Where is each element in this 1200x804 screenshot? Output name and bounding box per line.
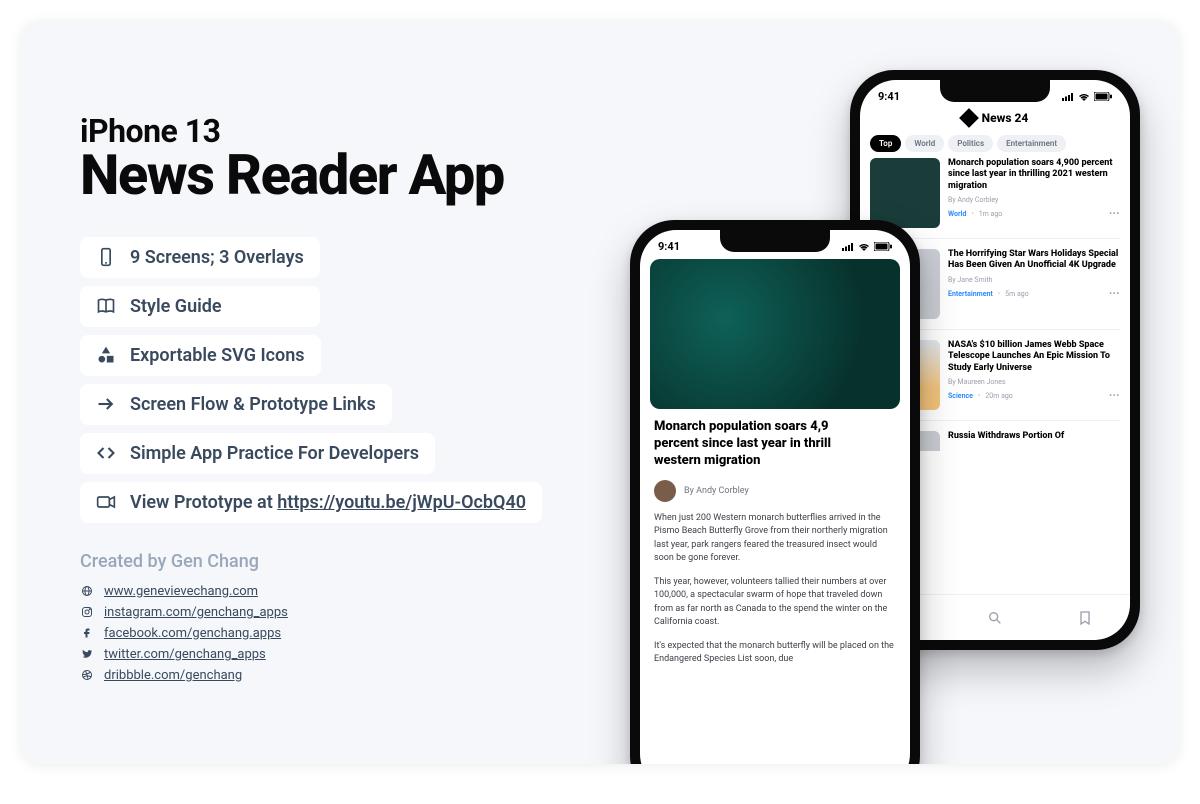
social-row: dribbble.com/genchang bbox=[80, 668, 680, 683]
brand-name: News 24 bbox=[982, 111, 1029, 125]
globe-icon bbox=[80, 584, 94, 598]
card-category: Science bbox=[948, 392, 973, 400]
article-paragraph: This year, however, volunteers tallied t… bbox=[654, 576, 896, 630]
news-card[interactable]: Monarch population soars 4,900 percent s… bbox=[870, 158, 1120, 239]
phone-notch bbox=[940, 80, 1050, 102]
social-row: twitter.com/genchang_apps bbox=[80, 647, 680, 662]
feature-row: View Prototype at https://youtu.be/jWpU-… bbox=[80, 482, 542, 523]
status-time: 9:41 bbox=[878, 90, 900, 103]
article-hero-image bbox=[650, 259, 900, 409]
phone-mockups: 9:41 News 24 TopWorldPoliticsEntertainme… bbox=[630, 70, 1170, 750]
category-chip[interactable]: Top bbox=[870, 135, 901, 152]
card-meta: Entertainment•5m ago••• bbox=[948, 290, 1120, 298]
status-time: 9:41 bbox=[658, 240, 680, 253]
instagram-icon bbox=[80, 605, 94, 619]
card-thumbnail bbox=[870, 158, 940, 228]
battery-icon bbox=[874, 242, 892, 251]
arrow-icon bbox=[96, 394, 116, 414]
cellular-icon bbox=[842, 243, 854, 251]
card-more-icon[interactable]: ••• bbox=[1109, 392, 1120, 400]
card-more-icon[interactable]: ••• bbox=[1109, 210, 1120, 218]
card-time: 5m ago bbox=[1005, 290, 1029, 298]
card-more-icon[interactable]: ••• bbox=[1109, 290, 1120, 298]
card-title: NASA's $10 billion James Webb Space Tele… bbox=[948, 340, 1120, 374]
social-link[interactable]: twitter.com/genchang_apps bbox=[104, 647, 266, 662]
phone-article: 9:41 Monarch population soars 4,9percent… bbox=[630, 220, 920, 764]
feature-list: 9 Screens; 3 Overlays Style Guide Exportab… bbox=[80, 237, 680, 523]
feature-row: Style Guide bbox=[80, 286, 320, 327]
article-author-row: By Andy Corbley bbox=[640, 470, 910, 512]
wifi-icon bbox=[1078, 93, 1090, 101]
card-title: Monarch population soars 4,900 percent s… bbox=[948, 158, 1120, 192]
category-chip[interactable]: Entertainment bbox=[997, 135, 1066, 152]
shapes-icon bbox=[96, 345, 116, 365]
card-body: The Horrifying Star Wars Holidays Specia… bbox=[948, 249, 1120, 319]
social-links: www.genevievechang.com instagram.com/genc… bbox=[80, 584, 680, 683]
feature-row: Exportable SVG Icons bbox=[80, 335, 321, 376]
promo-card: iPhone 13 News Reader App 9 Screens; 3 O… bbox=[20, 20, 1180, 764]
search-tab-icon[interactable] bbox=[987, 610, 1003, 626]
category-chips: TopWorldPoliticsEntertainment bbox=[860, 125, 1130, 158]
social-row: facebook.com/genchang.apps bbox=[80, 626, 680, 641]
code-icon bbox=[96, 443, 116, 463]
category-chip[interactable]: Politics bbox=[948, 135, 993, 152]
article-paragraph: It's expected that the monarch butterfly… bbox=[654, 640, 896, 667]
app-brand: News 24 bbox=[860, 111, 1130, 125]
article-body: When just 200 Western monarch butterflie… bbox=[640, 512, 910, 667]
card-category: Entertainment bbox=[948, 290, 993, 298]
category-chip[interactable]: World bbox=[905, 135, 944, 152]
card-meta: World•1m ago••• bbox=[948, 210, 1120, 218]
card-body: Monarch population soars 4,900 percent s… bbox=[948, 158, 1120, 228]
left-column: iPhone 13 News Reader App 9 Screens; 3 O… bbox=[80, 112, 680, 683]
feature-label: Exportable SVG Icons bbox=[130, 345, 305, 366]
social-link[interactable]: dribbble.com/genchang bbox=[104, 668, 242, 683]
phone-notch bbox=[720, 230, 830, 252]
cellular-icon bbox=[1062, 93, 1074, 101]
video-icon bbox=[96, 492, 116, 512]
wifi-icon bbox=[858, 243, 870, 251]
status-icons bbox=[1062, 90, 1112, 103]
card-title: Russia Withdraws Portion Of bbox=[948, 431, 1120, 442]
feature-label: 9 Screens; 3 Overlays bbox=[130, 247, 304, 268]
facebook-icon bbox=[80, 626, 94, 640]
prototype-link[interactable]: https://youtu.be/jWpU-OcbQ40 bbox=[277, 492, 526, 513]
twitter-icon bbox=[80, 647, 94, 661]
feature-row: 9 Screens; 3 Overlays bbox=[80, 237, 320, 278]
feature-row: Screen Flow & Prototype Links bbox=[80, 384, 392, 425]
phone-icon bbox=[96, 247, 116, 267]
card-category: World bbox=[948, 210, 966, 218]
social-row: instagram.com/genchang_apps bbox=[80, 605, 680, 620]
card-time: 1m ago bbox=[979, 210, 1003, 218]
article-title: Monarch population soars 4,9percent sinc… bbox=[640, 409, 910, 470]
bookmark-tab-icon[interactable] bbox=[1077, 610, 1093, 626]
article-paragraph: When just 200 Western monarch butterflie… bbox=[654, 512, 896, 566]
feature-label: Screen Flow & Prototype Links bbox=[130, 394, 376, 415]
book-icon bbox=[96, 296, 116, 316]
card-byline: By Maureen Jones bbox=[948, 378, 1120, 386]
author-avatar bbox=[654, 480, 676, 502]
feature-label[interactable]: View Prototype at https://youtu.be/jWpU-… bbox=[130, 492, 526, 513]
card-byline: By Andy Corbley bbox=[948, 196, 1120, 204]
social-link[interactable]: facebook.com/genchang.apps bbox=[104, 626, 281, 641]
social-link[interactable]: instagram.com/genchang_apps bbox=[104, 605, 288, 620]
dribbble-icon bbox=[80, 668, 94, 682]
feature-label: Simple App Practice For Developers bbox=[130, 443, 419, 464]
card-body: NASA's $10 billion James Webb Space Tele… bbox=[948, 340, 1120, 410]
card-byline: By Jane Smith bbox=[948, 276, 1120, 284]
battery-icon bbox=[1094, 92, 1112, 101]
card-meta: Science•20m ago••• bbox=[948, 392, 1120, 400]
author-name: By Andy Corbley bbox=[684, 486, 749, 496]
page-title: News Reader App bbox=[80, 146, 680, 205]
credit-line: Created by Gen Chang bbox=[80, 551, 680, 572]
card-body: Russia Withdraws Portion Of bbox=[948, 431, 1120, 441]
feature-label: Style Guide bbox=[130, 296, 222, 317]
social-link[interactable]: www.genevievechang.com bbox=[104, 584, 258, 599]
card-time: 20m ago bbox=[985, 392, 1012, 400]
status-icons bbox=[842, 240, 892, 253]
card-title: The Horrifying Star Wars Holidays Specia… bbox=[948, 249, 1120, 272]
feature-row: Simple App Practice For Developers bbox=[80, 433, 435, 474]
social-row: www.genevievechang.com bbox=[80, 584, 680, 599]
